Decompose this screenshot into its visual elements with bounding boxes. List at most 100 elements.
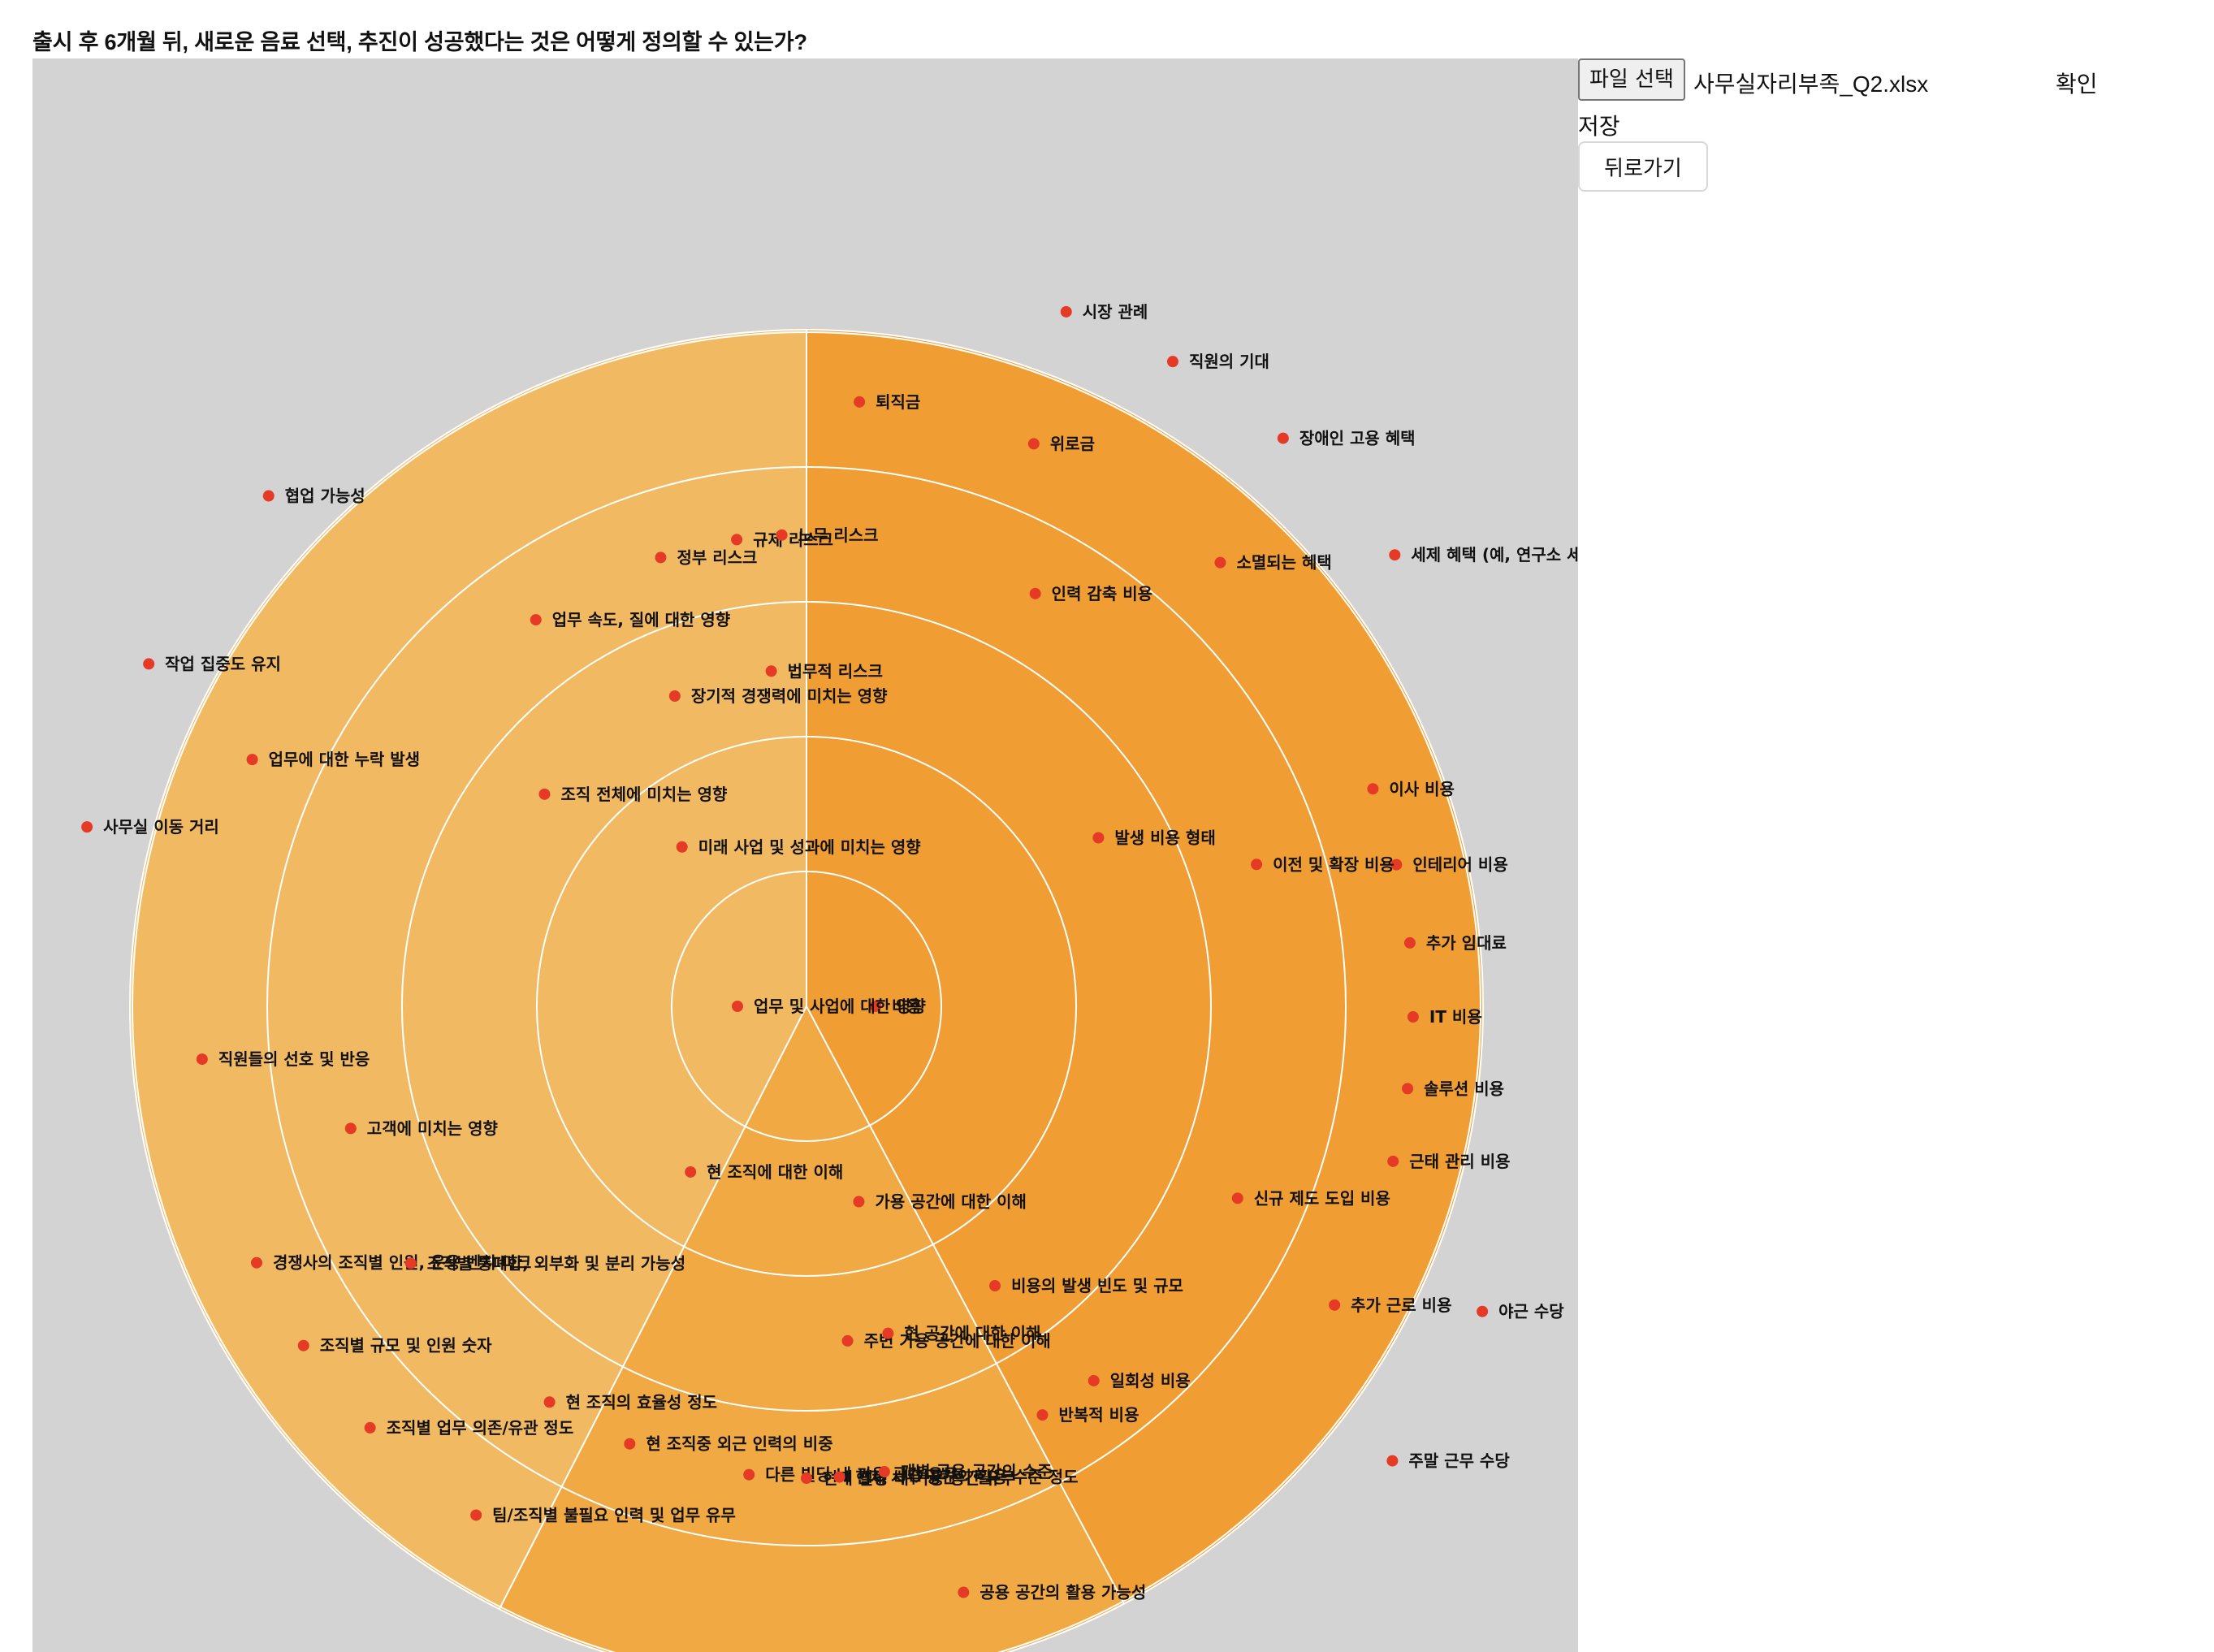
node-dot[interactable] <box>743 1468 755 1481</box>
tree-node[interactable]: 신규 제도 도입 비용 <box>1231 1188 1390 1208</box>
node-dot[interactable] <box>833 1471 845 1483</box>
tree-node[interactable]: 업무 및 사업에 대한 영향 <box>732 997 926 1016</box>
node-dot[interactable] <box>801 1473 812 1484</box>
node-label: 추가 근로 비용 <box>1351 1295 1451 1315</box>
node-dot[interactable] <box>1027 438 1040 450</box>
tree-node[interactable]: 야근 수당 <box>1477 1302 1564 1321</box>
node-dot[interactable] <box>1251 858 1263 871</box>
node-label: 야근 수당 <box>1498 1302 1564 1321</box>
file-select-button[interactable]: 파일 선택 <box>1578 58 1685 101</box>
node-dot[interactable] <box>404 1257 417 1269</box>
node-dot[interactable] <box>1477 1305 1489 1317</box>
tree-node[interactable]: 장기적 경쟁력에 미치는 영향 <box>668 686 888 706</box>
node-dot[interactable] <box>765 665 777 677</box>
save-button[interactable]: 저장 <box>1578 109 1620 141</box>
tree-node[interactable]: 비용의 발생 빈도 및 규모 <box>989 1276 1183 1295</box>
node-dot[interactable] <box>1387 1155 1399 1167</box>
back-button[interactable]: 뒤로가기 <box>1578 141 1708 192</box>
node-dot[interactable] <box>731 534 743 546</box>
node-dot[interactable] <box>1402 1083 1414 1095</box>
node-dot[interactable] <box>841 1334 854 1347</box>
node-dot[interactable] <box>1088 1374 1100 1386</box>
node-label: 퇴직금 <box>876 392 920 412</box>
tree-node[interactable]: 조직별 업무 의존/유관 정도 <box>364 1418 574 1438</box>
node-dot[interactable] <box>878 1466 890 1478</box>
node-dot[interactable] <box>364 1421 376 1434</box>
tree-node[interactable]: 협업 가능성 <box>262 487 365 506</box>
node-dot[interactable] <box>1166 356 1178 368</box>
tree-node[interactable]: 현 조직의 효율성 정도 <box>543 1392 718 1412</box>
node-dot[interactable] <box>143 658 155 670</box>
node-label: 장애인 고용 혜택 <box>1299 429 1416 448</box>
node-label: 현 공간에 대한 이해 <box>904 1324 1040 1343</box>
node-dot[interactable] <box>196 1053 208 1066</box>
tree-node[interactable]: 현 공간에 대한 이해 <box>882 1324 1040 1343</box>
node-dot[interactable] <box>246 754 258 766</box>
node-dot[interactable] <box>1029 587 1041 599</box>
tree-node[interactable]: 조직별 규모 및 인원 숫자 <box>297 1336 492 1356</box>
tree-node[interactable]: 가용 공간에 대한 이해 <box>853 1192 1027 1212</box>
node-dot[interactable] <box>624 1438 636 1450</box>
node-dot[interactable] <box>685 1165 697 1178</box>
node-dot[interactable] <box>81 821 93 833</box>
node-dot[interactable] <box>344 1122 357 1135</box>
tree-node[interactable]: 조직 전체에 미치는 영향 <box>538 785 728 804</box>
node-dot[interactable] <box>989 1280 1001 1292</box>
node-dot[interactable] <box>676 841 688 853</box>
tree-node[interactable]: 조직별 통폐합, 외부화 및 분리 가능성 <box>404 1253 685 1273</box>
node-dot[interactable] <box>1329 1299 1341 1311</box>
node-dot[interactable] <box>1407 1011 1419 1023</box>
tree-node[interactable]: 팀/조직별 불필요 인력 및 업무 유무 <box>470 1505 736 1524</box>
node-dot[interactable] <box>732 1001 743 1012</box>
node-dot[interactable] <box>882 1327 894 1339</box>
node-dot[interactable] <box>262 490 275 502</box>
node-label: 고객에 미치는 영향 <box>367 1118 499 1138</box>
node-dot[interactable] <box>853 1196 865 1208</box>
node-dot[interactable] <box>1092 832 1105 844</box>
node-dot[interactable] <box>538 788 551 800</box>
node-dot[interactable] <box>1386 1455 1399 1467</box>
node-dot[interactable] <box>1403 936 1416 949</box>
tree-node[interactable]: 이전 및 확장 비용 <box>1251 854 1395 874</box>
tree-node[interactable]: 작업 집중도 유지 <box>143 654 281 673</box>
node-dot[interactable] <box>854 396 866 408</box>
node-dot[interactable] <box>1277 432 1289 444</box>
node-dot[interactable] <box>1231 1192 1243 1204</box>
tree-node[interactable]: 개별 공용 공간의 수준 <box>878 1462 1053 1481</box>
tree-node[interactable]: 세제 혜택 (예, 연구소 세제 혜택) <box>1389 545 1578 564</box>
node-dot[interactable] <box>470 1509 482 1521</box>
tree-node[interactable]: 장애인 고용 혜택 <box>1277 429 1416 448</box>
tree-node[interactable]: 현 조직중 외근 인력의 비중 <box>624 1434 833 1454</box>
node-label: 장기적 경쟁력에 미치는 영향 <box>691 686 888 706</box>
node-label: 직원의 기대 <box>1189 352 1269 371</box>
node-label: 이전 및 확장 비용 <box>1273 854 1395 874</box>
node-label: 세제 혜택 (예, 연구소 세제 혜택) <box>1411 545 1578 564</box>
tree-node[interactable]: 업무에 대한 누락 발생 <box>246 750 421 769</box>
tree-node[interactable]: 직원들의 선호 및 반응 <box>196 1049 370 1069</box>
node-dot[interactable] <box>668 690 681 702</box>
node-dot[interactable] <box>1214 556 1226 569</box>
node-dot[interactable] <box>1389 549 1401 561</box>
tree-node[interactable]: 직원의 기대 <box>1166 352 1269 371</box>
tree-node[interactable]: 업무 속도, 질에 대한 영향 <box>530 610 731 629</box>
tree-node[interactable]: 미래 사업 및 성과에 미치는 영향 <box>676 837 922 857</box>
node-dot[interactable] <box>297 1339 309 1351</box>
tree-node[interactable]: 시장 관례 <box>1060 302 1148 322</box>
node-dot[interactable] <box>543 1396 556 1408</box>
node-dot[interactable] <box>1060 305 1072 318</box>
confirm-button[interactable]: 확인 <box>2056 67 2098 99</box>
node-dot[interactable] <box>1367 783 1379 795</box>
node-dot[interactable] <box>530 614 542 626</box>
tree-node[interactable]: 현 조직에 대한 이해 <box>685 1162 843 1182</box>
node-dot[interactable] <box>776 529 788 541</box>
tree-node[interactable]: 사무실 이동 거리 <box>81 817 219 837</box>
node-label: 추가 임대료 <box>1426 933 1507 953</box>
node-dot[interactable] <box>655 551 667 564</box>
node-dot[interactable] <box>250 1256 262 1269</box>
node-dot[interactable] <box>958 1586 970 1598</box>
tree-node[interactable]: 주말 근무 수당 <box>1386 1451 1510 1471</box>
node-dot[interactable] <box>1036 1409 1049 1421</box>
tree-node[interactable]: 고객에 미치는 영향 <box>344 1118 499 1138</box>
tree-node[interactable]: 공용 공간의 활용 가능성 <box>958 1583 1146 1602</box>
node-label: 일회성 비용 <box>1110 1371 1191 1390</box>
